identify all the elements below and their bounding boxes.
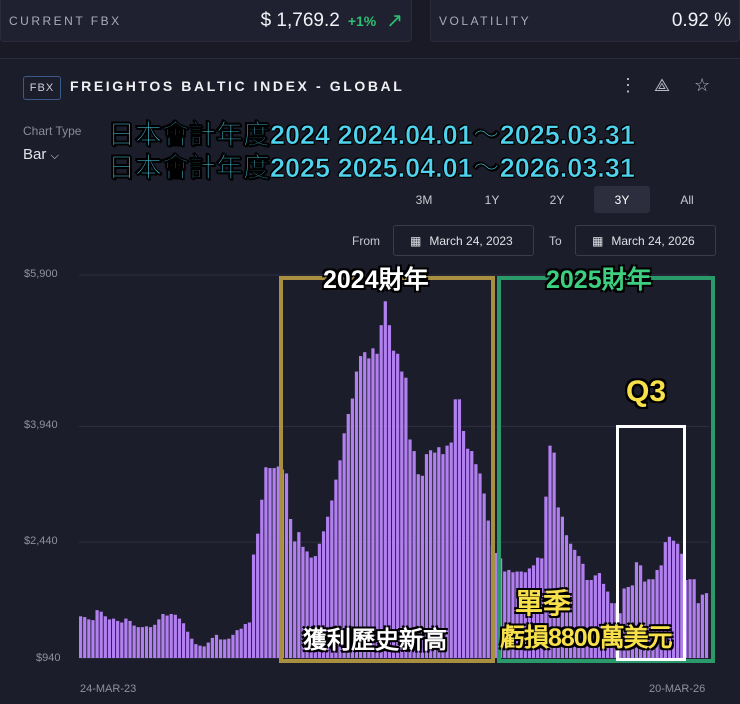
fy2025-label: 2025財年	[546, 266, 652, 294]
record-profit-label: 獲利歷史新高	[303, 627, 447, 654]
y-tick-label: $2,440	[24, 535, 58, 547]
bar[interactable]	[256, 533, 260, 658]
bar[interactable]	[264, 467, 268, 658]
bar[interactable]	[223, 639, 227, 658]
bar[interactable]	[83, 617, 87, 658]
bar[interactable]	[116, 620, 120, 658]
bar[interactable]	[260, 499, 264, 658]
bar[interactable]	[272, 468, 276, 658]
bar[interactable]	[206, 642, 210, 658]
bar[interactable]	[198, 645, 202, 658]
bar[interactable]	[128, 620, 132, 658]
bar[interactable]	[99, 611, 103, 658]
bar[interactable]	[136, 627, 140, 658]
bar[interactable]	[103, 616, 107, 658]
fy2024-box	[279, 276, 495, 663]
bar[interactable]	[157, 619, 161, 658]
bar[interactable]	[79, 616, 83, 658]
bar[interactable]	[124, 618, 128, 658]
y-tick-label: $940	[36, 652, 61, 664]
fy2024-label: 2024財年	[323, 266, 429, 294]
bar[interactable]	[149, 627, 153, 658]
bar[interactable]	[186, 631, 190, 658]
bar[interactable]	[132, 625, 136, 658]
bar[interactable]	[107, 619, 112, 658]
bar[interactable]	[235, 630, 239, 658]
bar[interactable]	[239, 628, 243, 658]
bar[interactable]	[140, 627, 144, 658]
bar[interactable]	[165, 615, 169, 658]
bar[interactable]	[202, 646, 206, 658]
bar[interactable]	[144, 626, 149, 658]
bar[interactable]	[210, 637, 214, 658]
bar[interactable]	[251, 554, 256, 658]
bar[interactable]	[227, 638, 231, 658]
bar[interactable]	[177, 618, 182, 658]
x-tick-label: 24-MAR-23	[80, 683, 137, 695]
y-tick-label: $5,900	[24, 268, 58, 280]
x-tick-label: 20-MAR-26	[649, 683, 706, 695]
bar[interactable]	[231, 634, 235, 658]
bar[interactable]	[153, 624, 157, 658]
bar[interactable]	[190, 638, 194, 658]
bar[interactable]	[268, 468, 272, 658]
bar[interactable]	[87, 619, 91, 658]
q3-label: Q3	[626, 375, 667, 408]
bar[interactable]	[120, 622, 124, 658]
y-tick-label: $3,940	[24, 419, 58, 431]
bar[interactable]	[219, 639, 223, 658]
bar[interactable]	[214, 634, 219, 658]
bar[interactable]	[243, 624, 247, 658]
bar[interactable]	[181, 623, 186, 658]
loss-label: 虧損8800萬美元	[500, 624, 673, 652]
bar[interactable]	[91, 620, 95, 658]
bar[interactable]	[194, 644, 198, 658]
quarter-label: 單季	[515, 588, 572, 619]
bar[interactable]	[169, 613, 173, 658]
bar[interactable]	[247, 622, 252, 658]
bar[interactable]	[95, 610, 99, 658]
bar[interactable]	[173, 614, 177, 658]
bar[interactable]	[161, 613, 165, 658]
bar[interactable]	[111, 618, 116, 658]
